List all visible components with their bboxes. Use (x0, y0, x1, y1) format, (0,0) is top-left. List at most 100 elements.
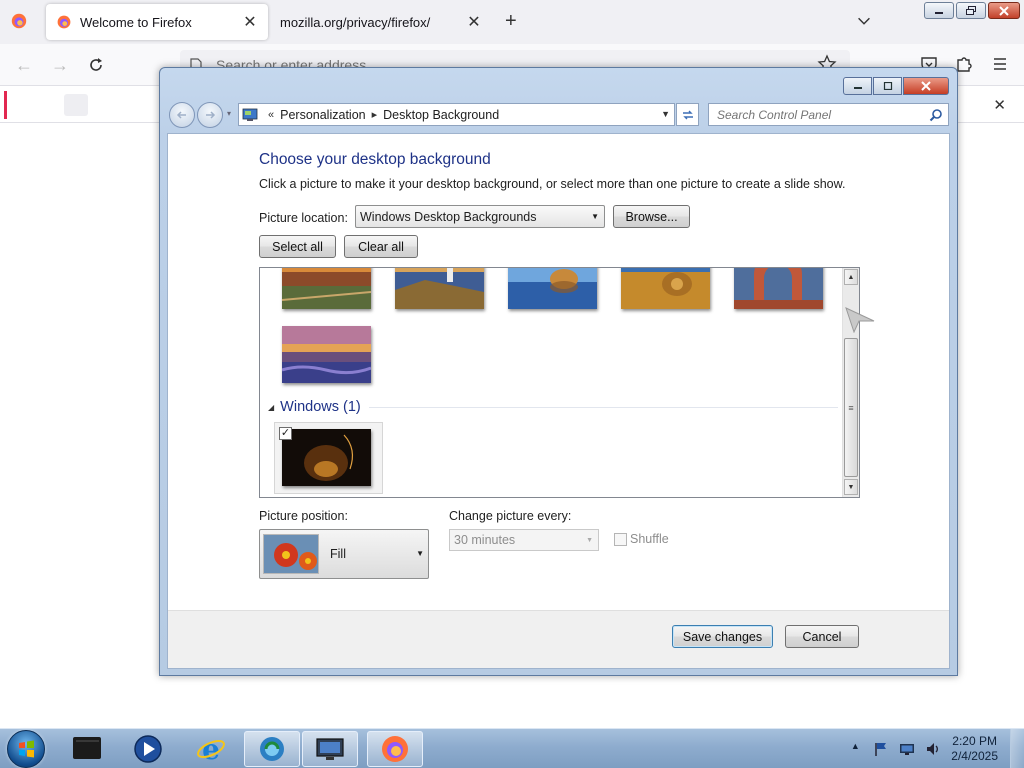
clock[interactable]: 2:20 PM 2/4/2025 (951, 734, 998, 764)
wallpaper-thumbnail-windows-selected[interactable]: ✓ (274, 422, 383, 494)
collapse-triangle-icon[interactable]: ◢ (268, 403, 274, 412)
wallpaper-thumbnail-sunset-field[interactable] (282, 268, 371, 309)
start-button[interactable] (7, 730, 45, 768)
display-monitor-icon (316, 738, 344, 760)
search-control-panel[interactable] (708, 103, 949, 126)
mouse-cursor-icon (845, 307, 875, 333)
chevron-down-icon: ▼ (591, 212, 599, 221)
back-arrow-icon (176, 111, 186, 119)
windows-wallpaper-thumbnail (282, 429, 371, 486)
group-header-windows[interactable]: ◢ Windows (1) (268, 399, 838, 415)
tab-mozilla-privacy[interactable]: mozilla.org/privacy/firefox/ ✕ (270, 4, 492, 40)
volume-icon[interactable] (925, 741, 941, 757)
window-controls (843, 77, 949, 95)
sunset-field-image (282, 268, 371, 309)
maximize-button[interactable] (873, 77, 902, 95)
wallpaper-thumbnail-desert-arch[interactable] (734, 268, 823, 309)
restore-button[interactable] (956, 2, 986, 19)
picture-location-select[interactable]: Windows Desktop Backgrounds ▼ (355, 205, 605, 228)
address-bar[interactable]: « Personalization ▸ Desktop Background ▼ (238, 103, 675, 126)
wallpaper-gallery[interactable]: ◢ Windows (1) ✓ ▲ ≡ ▼ (259, 267, 860, 498)
scroll-down-arrow-icon[interactable]: ▼ (844, 479, 858, 495)
close-button[interactable] (988, 2, 1020, 19)
system-tray: ▲ 2:20 PM 2/4/2025 (847, 729, 1024, 768)
action-center-flag-icon[interactable] (873, 741, 889, 757)
position-preview-image (263, 534, 319, 574)
minimize-button[interactable] (843, 77, 872, 95)
wallpaper-thumbnail-hay-bale[interactable] (621, 268, 710, 309)
address-dropdown-icon[interactable]: ▼ (661, 109, 670, 119)
shuffle-checkbox-box[interactable] (614, 532, 627, 546)
tab-close-icon[interactable]: ✕ (466, 12, 482, 32)
scroll-up-arrow-icon[interactable]: ▲ (844, 269, 858, 285)
browser-window-controls (924, 2, 1020, 19)
taskbar-internet-explorer[interactable]: e (183, 731, 239, 767)
picture-position-select[interactable]: Fill ▼ (259, 529, 429, 579)
hamburger-menu-icon[interactable] (990, 54, 1010, 74)
save-changes-button[interactable]: Save changes (672, 625, 773, 648)
network-icon[interactable] (899, 741, 915, 757)
clear-all-button[interactable]: Clear all (344, 235, 418, 258)
gallery-scrollbar[interactable]: ▲ ≡ ▼ (842, 268, 859, 497)
lighthouse-cliff-image (395, 268, 484, 309)
flower-preview-icon (264, 535, 318, 573)
minimize-icon (935, 11, 943, 14)
change-picture-select[interactable]: 30 minutes ▼ (449, 529, 599, 551)
select-all-button[interactable]: Select all (259, 235, 336, 258)
show-desktop-button[interactable] (1010, 729, 1024, 768)
taskbar-terminal[interactable] (59, 731, 115, 767)
forward-button[interactable] (197, 102, 223, 128)
cancel-button[interactable]: Cancel (785, 625, 859, 648)
forward-arrow-icon (206, 111, 216, 119)
hay-bale-image (621, 268, 710, 309)
show-hidden-icons-icon[interactable]: ▲ (847, 741, 863, 757)
control-panel-icon (242, 108, 258, 121)
reload-icon[interactable] (86, 55, 106, 75)
taskbar-firefox[interactable] (367, 731, 423, 767)
search-icon[interactable] (929, 108, 943, 122)
close-button[interactable] (903, 77, 949, 95)
taskbar-media-player[interactable] (120, 731, 176, 767)
recent-pages-chevron-icon[interactable]: ▾ (227, 109, 231, 118)
taskbar-control-panel[interactable] (244, 731, 300, 767)
back-arrow-icon[interactable]: ← (14, 55, 34, 75)
picture-position-label: Picture position: (259, 509, 348, 523)
picture-location-value: Windows Desktop Backgrounds (360, 209, 537, 224)
search-input[interactable] (717, 107, 929, 122)
wallpaper-thumbnail-lavender-sunset[interactable] (282, 326, 371, 383)
lavender-sunset-image (282, 326, 371, 383)
tab-close-icon[interactable]: ✕ (242, 12, 258, 32)
breadcrumb-separator-icon[interactable]: ▸ (372, 108, 378, 121)
breadcrumb-desktop-background[interactable]: Desktop Background (383, 108, 499, 122)
breadcrumb-personalization[interactable]: Personalization (280, 108, 365, 122)
shuffle-checkbox[interactable]: Shuffle (614, 532, 669, 546)
wallpaper-thumbnail-rock-reflection[interactable] (508, 268, 597, 309)
scroll-thumb[interactable]: ≡ (844, 338, 858, 477)
tab-title: mozilla.org/privacy/firefox/ (280, 14, 431, 30)
tab-welcome-to-firefox[interactable]: Welcome to Firefox ✕ (46, 4, 268, 40)
firefox-menu-icon[interactable] (10, 12, 28, 30)
breadcrumb-overflow-icon[interactable]: « (268, 109, 274, 121)
browse-button[interactable]: Browse... (613, 205, 690, 228)
notification-close-icon[interactable]: ✕ (993, 96, 1006, 114)
windows-default-image (282, 429, 371, 486)
taskbar-personalization[interactable] (302, 731, 358, 767)
wallpaper-thumbnail-lighthouse-cliff[interactable] (395, 268, 484, 309)
chevron-down-icon: ▼ (586, 537, 593, 544)
back-button[interactable] (169, 102, 195, 128)
desert-arch-image (734, 268, 823, 309)
refresh-icon (682, 110, 693, 119)
list-all-tabs-icon[interactable] (855, 12, 873, 30)
minimize-button[interactable] (924, 2, 954, 19)
new-tab-button[interactable]: + (505, 10, 517, 33)
svg-text:e: e (202, 734, 220, 764)
page-description: Click a picture to make it your desktop … (259, 177, 846, 191)
forward-arrow-icon[interactable]: → (50, 55, 70, 75)
firefox-icon (382, 736, 408, 762)
refresh-button[interactable] (676, 103, 699, 126)
change-picture-value: 30 minutes (454, 533, 516, 547)
restore-icon (966, 5, 976, 15)
group-divider (368, 406, 838, 408)
selected-checkbox[interactable]: ✓ (279, 427, 292, 440)
group-name: Windows (1) (280, 399, 361, 415)
